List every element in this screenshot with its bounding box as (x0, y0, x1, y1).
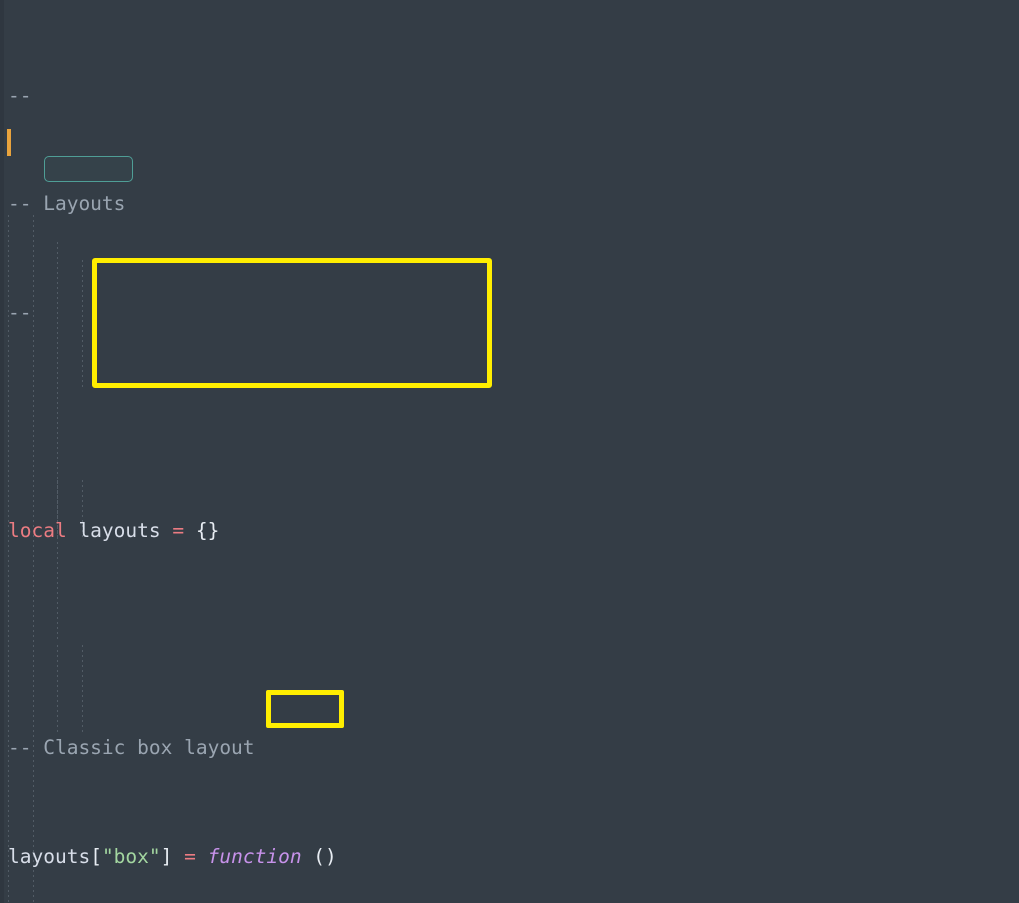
code-line-blank[interactable] (0, 626, 1019, 653)
code-line-blank[interactable] (0, 408, 1019, 435)
punctuation-token: [ (90, 845, 102, 869)
word-occurrence-highlight-classic (44, 156, 133, 182)
code-editor[interactable]: -- -- Layouts -- local layouts = {} -- C… (0, 0, 1019, 903)
comment-token: -- (8, 83, 32, 107)
operator-token: = (184, 845, 196, 869)
identifier-token: layouts (8, 845, 91, 869)
text-cursor (7, 129, 11, 156)
code-line[interactable]: -- Layouts (0, 190, 1019, 217)
code-line[interactable]: -- (0, 82, 1019, 109)
string-token: "box" (101, 845, 161, 869)
punctuation-token: {} (184, 518, 220, 542)
operator-token: = (172, 518, 185, 542)
punctuation-token: () (301, 845, 337, 869)
code-line[interactable]: -- Classic box layout (0, 734, 1019, 761)
keyword-token: local (8, 518, 67, 542)
punctuation-token: ] (160, 845, 173, 869)
code-line[interactable]: local layouts = {} (0, 517, 1019, 544)
comment-token: -- Classic box layout (8, 736, 255, 760)
code-line[interactable]: -- (0, 299, 1019, 326)
code-line[interactable]: layouts["box"] = function () (0, 843, 1019, 870)
comment-token: -- Layouts (8, 192, 126, 216)
code-text-layer[interactable]: -- -- Layouts -- local layouts = {} -- C… (0, 0, 1019, 903)
keyword-token: function (207, 845, 302, 869)
comment-token: -- (8, 301, 32, 325)
identifier-token: layouts (66, 518, 173, 542)
